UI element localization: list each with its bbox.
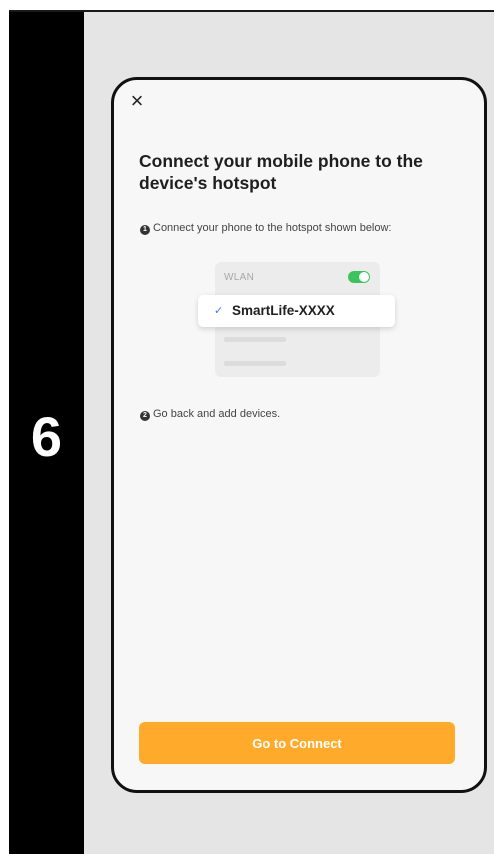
instruction-text-2: Go back and add devices. [153, 408, 281, 420]
step-column: 6 [9, 12, 84, 854]
go-to-connect-button[interactable]: Go to Connect [139, 722, 455, 764]
phone-screen: × Connect your mobile phone to the devic… [111, 77, 487, 793]
placeholder-line [224, 361, 286, 366]
step-number: 6 [30, 405, 63, 468]
instruction-step-1: 1 Connect your phone to the hotspot shown… [140, 221, 392, 235]
network-item-smartlife[interactable]: ✓ SmartLife-XXXX [198, 295, 395, 327]
step-1-bullet-icon: 1 [140, 225, 150, 235]
wlan-toggle-switch[interactable] [348, 271, 370, 283]
close-icon[interactable]: × [126, 90, 148, 112]
check-icon: ✓ [214, 305, 224, 317]
tutorial-frame: 6 × Connect your mobile phone to the dev… [9, 10, 494, 854]
instruction-text-1: Connect your phone to the hotspot shown … [153, 222, 392, 234]
page-title: Connect your mobile phone to the device'… [139, 151, 423, 193]
network-name: SmartLife-XXXX [232, 303, 335, 318]
placeholder-line [224, 337, 286, 342]
step-2-bullet-icon: 2 [140, 411, 150, 421]
toggle-knob [359, 272, 369, 282]
wlan-label: WLAN [224, 272, 255, 283]
instruction-step-2: 2 Go back and add devices. [140, 407, 280, 421]
